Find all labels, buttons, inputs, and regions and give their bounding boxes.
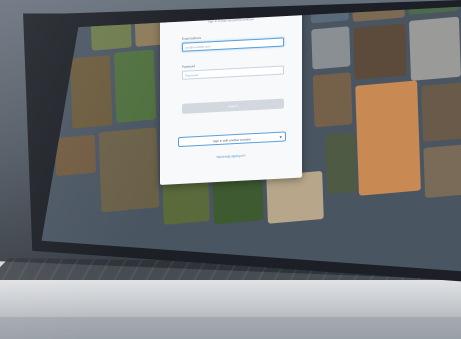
photo-scene: Dashboard Sign in to your account to con… bbox=[0, 0, 461, 339]
pet-photo-tile bbox=[355, 80, 421, 196]
pet-photo-tile bbox=[70, 55, 113, 129]
pet-photo-tile bbox=[423, 144, 461, 198]
pet-photo-tile bbox=[311, 26, 351, 70]
pet-photo-tile bbox=[54, 134, 97, 177]
help-link[interactable]: Need help signing in? bbox=[160, 151, 302, 162]
pet-photo-tile bbox=[312, 72, 353, 128]
sign-in-button[interactable]: Sign in bbox=[182, 98, 284, 114]
pet-photo-tile bbox=[408, 16, 461, 81]
password-field[interactable]: Password bbox=[182, 65, 284, 80]
pet-photo-tile bbox=[421, 82, 461, 143]
password-label: Password bbox=[182, 64, 196, 69]
pet-photo-tile bbox=[353, 23, 407, 80]
email-label: Email address bbox=[182, 35, 202, 41]
pet-photo-tile bbox=[113, 49, 157, 123]
pet-photo-tile bbox=[324, 131, 357, 195]
provider-select-label: Sign in with another provider bbox=[212, 137, 252, 144]
provider-select[interactable]: Sign in with another provider ▾ bbox=[178, 131, 286, 148]
login-panel: Dashboard Sign in to your account to con… bbox=[160, 6, 302, 186]
pet-photo-tile bbox=[98, 127, 160, 213]
pet-photo-tile bbox=[212, 176, 264, 225]
chevron-down-icon: ▾ bbox=[279, 134, 282, 141]
